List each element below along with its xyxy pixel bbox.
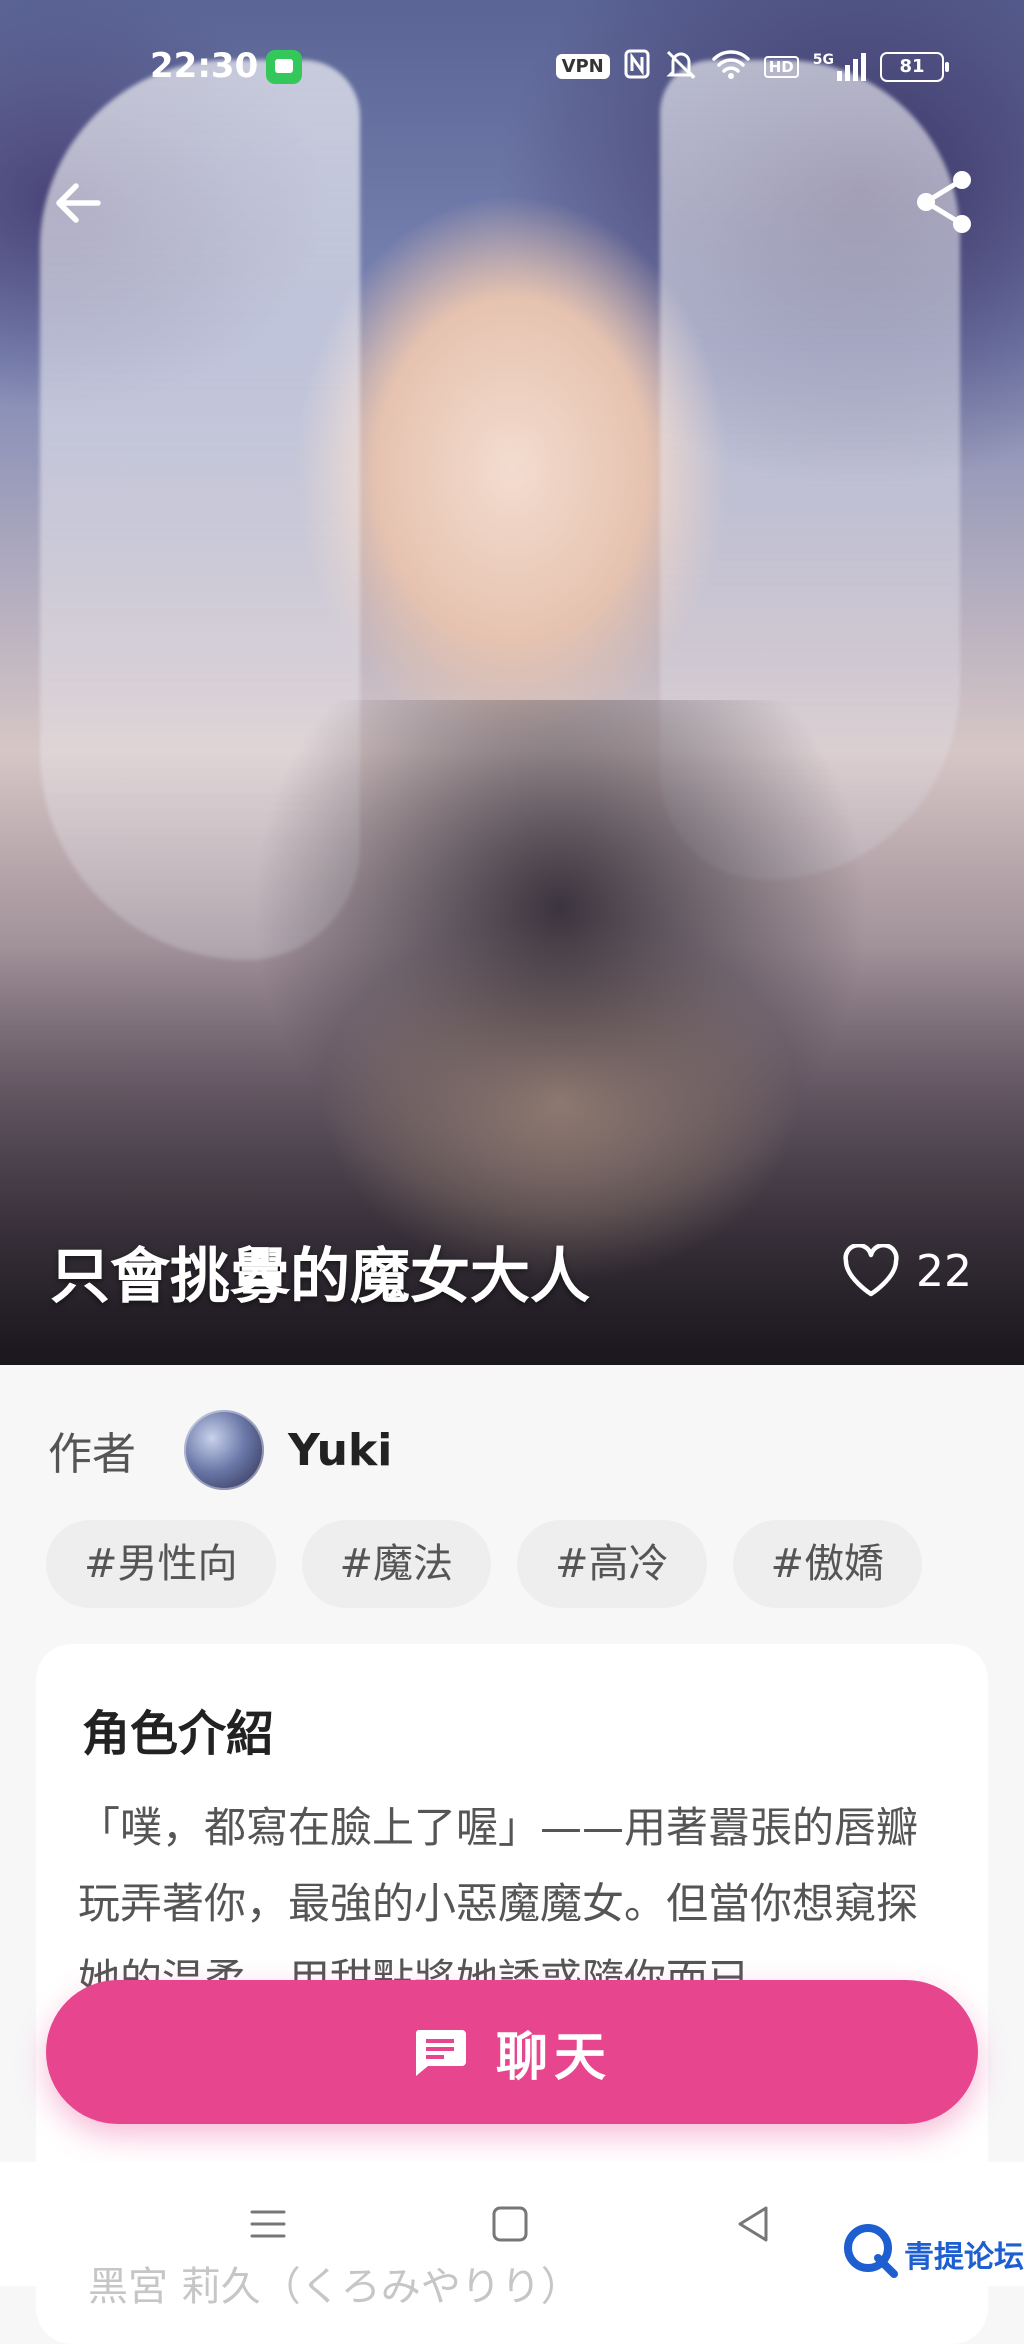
heart-icon xyxy=(843,1244,899,1297)
chat-bubble-icon xyxy=(415,2030,466,2076)
chat-button-label: 聊天 xyxy=(495,2027,612,2088)
tag-chip[interactable]: #男性向 xyxy=(46,1520,276,1608)
cellular-signal-icon: 5G xyxy=(812,51,866,81)
tag-chip[interactable]: #魔法 xyxy=(301,1520,492,1608)
watermark-text: 青提论坛 xyxy=(904,2240,1024,2275)
watermark-logo-icon xyxy=(844,2224,898,2278)
hd-badge: HD xyxy=(763,55,799,78)
battery-indicator: 81 xyxy=(880,51,949,82)
nfc-icon xyxy=(624,49,650,84)
character-title: 只會挑釁的魔女大人 xyxy=(50,1242,590,1312)
tag-chip[interactable]: #傲嬌 xyxy=(732,1520,923,1608)
like-button[interactable]: 22 xyxy=(842,1244,972,1298)
wifi-icon xyxy=(712,49,750,84)
network-type: 5G xyxy=(812,51,834,68)
status-time: 22:30 xyxy=(150,46,259,86)
author-label: 作者 xyxy=(48,1429,136,1480)
tag-list: #男性向 #魔法 #高冷 #傲嬌 xyxy=(46,1520,923,1608)
status-bar: 22:30 VPN HD 5G 81 xyxy=(0,0,1024,130)
tag-chip[interactable]: #高冷 xyxy=(517,1520,707,1608)
status-icons: VPN HD 5G 81 xyxy=(555,48,949,85)
intro-heading: 角色介紹 xyxy=(82,1706,275,1762)
forum-watermark: 青提论坛 xyxy=(838,2218,1024,2282)
back-triangle-icon[interactable] xyxy=(732,2202,776,2246)
author-row: 作者 Yuki xyxy=(48,1410,392,1490)
arrow-left-icon xyxy=(56,183,101,223)
back-button[interactable] xyxy=(46,168,116,238)
menu-icon[interactable] xyxy=(246,2202,290,2246)
share-button[interactable] xyxy=(910,166,980,236)
vpn-badge: VPN xyxy=(555,54,610,79)
author-avatar[interactable] xyxy=(184,1410,264,1490)
chat-button[interactable]: 聊天 xyxy=(46,1980,978,2124)
scrolled-content-text: 黑宮 莉久（くろみやりり） xyxy=(88,2264,581,2310)
character-cover-image xyxy=(0,0,1024,1365)
author-name[interactable]: Yuki xyxy=(288,1425,392,1476)
home-icon[interactable] xyxy=(488,2202,532,2246)
message-app-icon xyxy=(266,50,302,84)
share-icon xyxy=(917,171,971,233)
like-count: 22 xyxy=(916,1245,972,1297)
mute-bell-icon xyxy=(664,48,698,85)
